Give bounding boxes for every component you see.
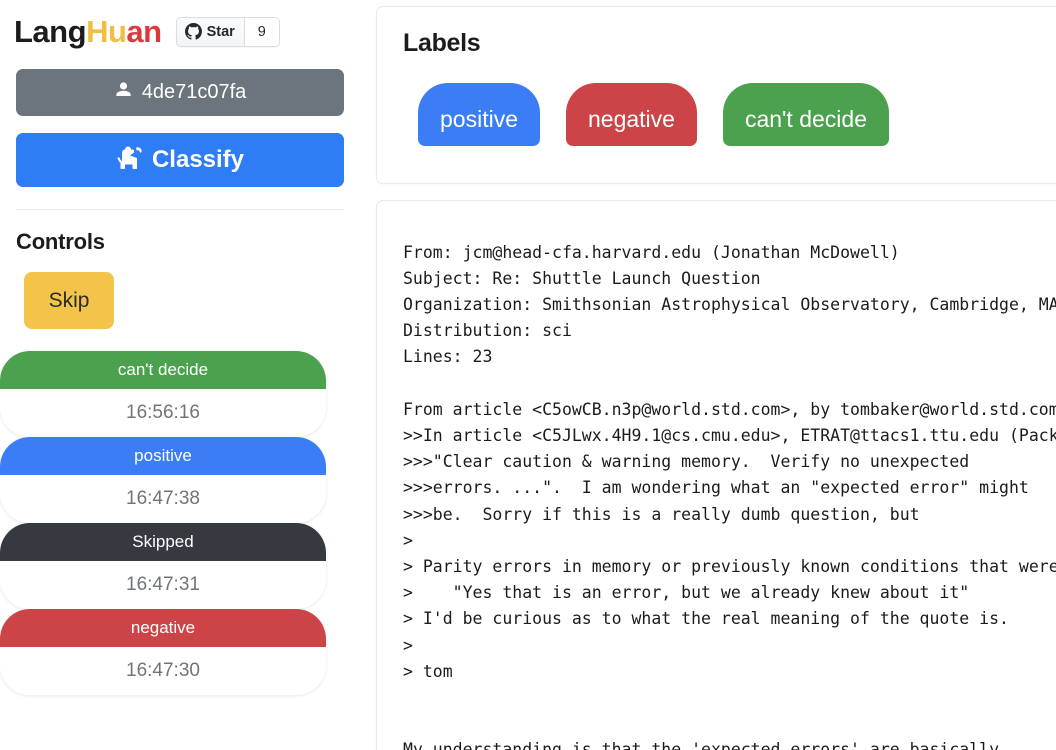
document-card: From: jcm@head-cfa.harvard.edu (Jonathan… xyxy=(376,200,1056,750)
document-text: From: jcm@head-cfa.harvard.edu (Jonathan… xyxy=(403,242,1056,750)
history-item-label: positive xyxy=(0,437,326,475)
brand-row: LangHuan Star 9 xyxy=(0,0,360,47)
history-item-timestamp: 16:47:31 xyxy=(0,561,326,609)
github-star-label-group[interactable]: Star xyxy=(176,17,245,46)
sidebar: LangHuan Star 9 4de71c07fa Classify Cont… xyxy=(0,0,360,750)
github-icon xyxy=(184,23,202,40)
history-list: can't decide 16:56:16 positive 16:47:38 Skip… xyxy=(0,351,326,695)
user-button-label: 4de71c07fa xyxy=(141,81,247,103)
label-button-row: positive negative can't decide xyxy=(403,83,1049,146)
user-icon xyxy=(114,80,133,105)
main-content: Labels positive negative can't decide From… xyxy=(360,0,1056,750)
label-button[interactable]: can't decide xyxy=(722,83,889,146)
skip-button[interactable]: Skip xyxy=(24,272,114,329)
history-item-timestamp: 16:56:16 xyxy=(0,389,326,437)
history-item-label: negative xyxy=(0,609,326,647)
history-item[interactable]: negative 16:47:30 xyxy=(0,609,326,695)
classify-button[interactable]: Classify xyxy=(16,133,344,187)
history-item[interactable]: positive 16:47:38 xyxy=(0,437,326,523)
app-root: LangHuan Star 9 4de71c07fa Classify Cont… xyxy=(0,0,1056,750)
github-star-count: 9 xyxy=(244,17,279,46)
app-logo: LangHuan xyxy=(14,16,162,47)
github-star-text: Star xyxy=(206,23,235,40)
logo-part-hu: Hu xyxy=(86,14,127,49)
user-button[interactable]: 4de71c07fa xyxy=(16,69,344,116)
label-button[interactable]: positive xyxy=(418,83,540,146)
history-item[interactable]: can't decide 16:56:16 xyxy=(0,351,326,437)
history-item[interactable]: Skipped 16:47:31 xyxy=(0,523,326,609)
history-item-label: can't decide xyxy=(0,351,326,389)
logo-part-an: an xyxy=(126,14,162,49)
labels-card: Labels positive negative can't decide xyxy=(376,6,1056,184)
history-item-timestamp: 16:47:30 xyxy=(0,647,326,695)
logo-part-lang: Lang xyxy=(14,14,87,49)
labels-heading: Labels xyxy=(403,29,481,57)
dog-icon xyxy=(116,145,143,176)
history-item-timestamp: 16:47:38 xyxy=(0,475,326,523)
classify-button-label: Classify xyxy=(151,146,245,173)
controls-heading: Controls xyxy=(16,229,105,254)
label-button[interactable]: negative xyxy=(565,83,697,146)
github-star-button[interactable]: Star 9 xyxy=(175,16,280,47)
history-item-label: Skipped xyxy=(0,523,326,561)
